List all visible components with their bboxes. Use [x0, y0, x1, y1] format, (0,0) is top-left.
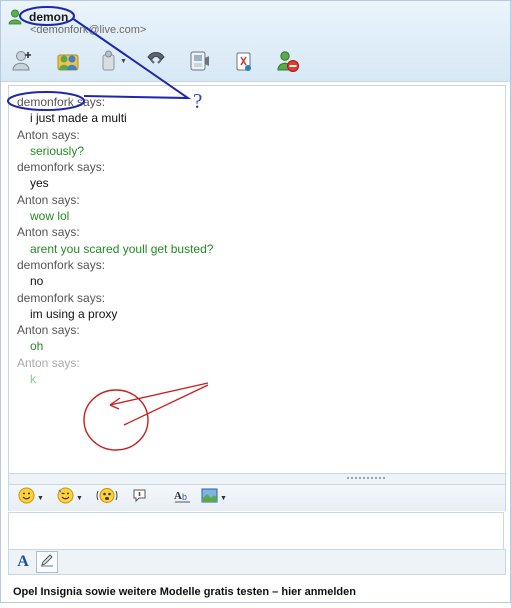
message: Anton says: arent you scared youll get b… [17, 224, 213, 257]
games-icon [233, 49, 255, 73]
video-call-button[interactable] [184, 47, 214, 75]
background-button[interactable]: ▼ [201, 488, 227, 508]
voice-clip-button[interactable] [131, 488, 148, 508]
says-label: says: [77, 95, 106, 109]
conversation-header: demon <demonfork@live.com> ▼ [1, 1, 510, 82]
games-button[interactable] [229, 47, 259, 75]
text-mode-label: A [17, 553, 29, 570]
message-text: oh [30, 339, 44, 354]
online-status-icon [8, 9, 22, 25]
font-icon: A b [174, 487, 192, 509]
message-header: demonfork says: [17, 159, 213, 175]
sender-name: Anton [17, 192, 49, 207]
format-toolbar: ▼ ▼ A b ▼ [8, 485, 506, 511]
message-header: Anton says: [17, 127, 213, 143]
pane-splitter[interactable] [8, 473, 506, 485]
sender-name: demonfork [17, 160, 74, 175]
svg-text:A: A [174, 490, 182, 502]
message-text: i just made a multi [30, 111, 127, 126]
message-list: demonfork says: i just made a multi Anto… [17, 94, 213, 387]
handwriting-mode-tab[interactable] [36, 551, 58, 573]
background-icon [201, 487, 218, 509]
sender-name: Anton [17, 323, 49, 338]
video-icon [187, 49, 211, 73]
emoticons-button[interactable]: ▼ [18, 487, 44, 509]
message-header: demonfork says: [17, 257, 213, 273]
message-input[interactable] [8, 512, 504, 550]
message-header: Anton says: [17, 224, 213, 240]
message-text: k [30, 372, 36, 387]
message-text: wow lol [30, 209, 70, 224]
contact-name[interactable]: demon [29, 10, 68, 24]
chat-window: demon <demonfork@live.com> ▼ demonfork s… [0, 0, 511, 603]
message-header: Anton says: [17, 322, 213, 338]
share-folders-button[interactable] [53, 47, 83, 75]
says-label: says: [77, 257, 106, 272]
sender-name: Anton [17, 225, 49, 240]
shared-folder-icon [55, 49, 81, 73]
sender-name: Anton [17, 127, 49, 142]
text-mode-tab[interactable]: A [12, 551, 34, 573]
message-text: arent you scared youll get busted? [30, 241, 214, 256]
svg-text:b: b [182, 492, 187, 502]
input-mode-tabs: A [8, 549, 506, 575]
add-person-icon [11, 49, 35, 73]
message: Anton says: wow lol [17, 192, 213, 225]
font-button[interactable]: A b [174, 488, 192, 508]
says-label: says: [51, 127, 80, 142]
message: demonfork says: i just made a multi [17, 94, 213, 127]
message: demonfork says: im using a proxy [17, 290, 213, 323]
message-text: no [30, 274, 44, 289]
wink-icon [57, 487, 74, 509]
says-label: says: [51, 225, 80, 240]
message-text: im using a proxy [30, 306, 118, 321]
chevron-down-icon: ▼ [220, 494, 227, 502]
sender-name: demonfork [17, 95, 74, 109]
call-button[interactable] [141, 47, 171, 75]
sender-name: demonfork [17, 290, 74, 305]
says-label: says: [77, 160, 106, 175]
says-label: says: [77, 290, 106, 305]
chevron-down-icon: ▼ [120, 57, 127, 65]
send-file-icon [99, 49, 119, 73]
sender-name: demonfork [17, 257, 74, 272]
message: demonfork says: no [17, 257, 213, 290]
block-contact-button[interactable] [273, 47, 303, 75]
says-label: says: [51, 355, 80, 370]
chevron-down-icon: ▼ [76, 494, 83, 502]
message: Anton says: oh [17, 322, 213, 355]
message-text: yes [30, 176, 49, 191]
says-label: says: [51, 192, 80, 207]
smiley-icon [18, 487, 35, 509]
nudge-button[interactable] [96, 488, 118, 508]
contact-email: <demonfork@live.com> [30, 24, 147, 36]
nudge-icon [96, 487, 118, 509]
splitter-grip[interactable] [346, 476, 386, 480]
message-header: Anton says: [17, 355, 213, 371]
advertisement-link[interactable]: Opel Insignia sowie weitere Modelle grat… [13, 586, 356, 598]
message-header: demonfork says: [17, 290, 213, 306]
pen-icon [40, 553, 54, 572]
phone-icon [144, 49, 168, 73]
invite-contact-button[interactable] [8, 47, 38, 75]
message-text: seriously? [30, 143, 85, 158]
sender-name: Anton [17, 355, 49, 370]
message: Anton says: k [17, 355, 213, 388]
message-header: Anton says: [17, 192, 213, 208]
conversation-history[interactable]: demonfork says: i just made a multi Anto… [8, 85, 506, 474]
message-header: demonfork says: [17, 94, 213, 110]
voice-clip-icon [131, 487, 148, 509]
chevron-down-icon: ▼ [37, 494, 44, 502]
message: Anton says: seriously? [17, 127, 213, 160]
conversation-toolbar: ▼ [1, 45, 510, 79]
winks-button[interactable]: ▼ [57, 487, 83, 509]
message: demonfork says: yes [17, 159, 213, 192]
send-files-button[interactable]: ▼ [98, 47, 128, 75]
says-label: says: [51, 323, 80, 338]
block-person-icon [276, 49, 300, 73]
